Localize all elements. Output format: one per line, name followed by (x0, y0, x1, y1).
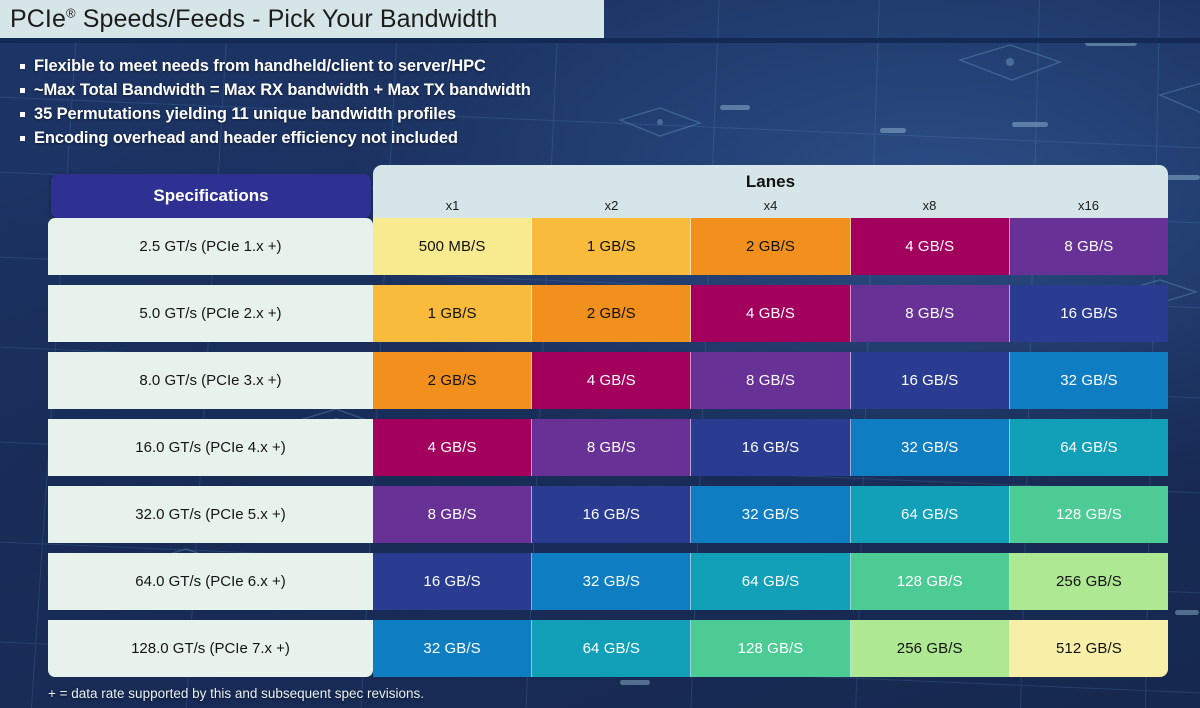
bandwidth-cell: 256 GB/S (850, 620, 1010, 677)
table-header: Specifications Lanes x1 x2 x4 x8 x16 (48, 156, 1168, 218)
spec-cell: 64.0 GT/s (PCIe 6.x +) (48, 553, 373, 610)
list-item: Encoding overhead and header efficiency … (16, 128, 531, 149)
bandwidth-cell: 32 GB/S (850, 419, 1010, 476)
bandwidth-cell: 4 GB/S (532, 352, 692, 409)
spec-cell: 16.0 GT/s (PCIe 4.x +) (48, 419, 373, 476)
bandwidth-cell: 32 GB/S (1009, 352, 1169, 409)
bullet-square-icon (20, 64, 25, 69)
table-row: 2.5 GT/s (PCIe 1.x +) 500 MB/S 1 GB/S 2 GB/… (48, 218, 1169, 275)
bandwidth-cell: 8 GB/S (850, 285, 1010, 342)
spec-cell: 128.0 GT/s (PCIe 7.x +) (48, 620, 373, 677)
bullet-list: Flexible to meet needs from handheld/cli… (16, 56, 531, 152)
table-row: 5.0 GT/s (PCIe 2.x +) 1 GB/S 2 GB/S 4 GB/S 8… (48, 285, 1169, 342)
list-item: 35 Permutations yielding 11 unique bandw… (16, 104, 531, 125)
bandwidth-cell: 4 GB/S (373, 419, 533, 476)
registered-trademark-icon: ® (65, 5, 76, 21)
bandwidth-cell: 4 GB/S (691, 285, 851, 342)
bandwidth-cell: 8 GB/S (1009, 218, 1169, 275)
bandwidth-cells: 500 MB/S 1 GB/S 2 GB/S 4 GB/S 8 GB/S (373, 218, 1169, 275)
table-row: 16.0 GT/s (PCIe 4.x +) 4 GB/S 8 GB/S 16 GB/… (48, 419, 1169, 476)
table-row: 8.0 GT/s (PCIe 3.x +) 2 GB/S 4 GB/S 8 GB/S 1… (48, 352, 1169, 409)
bandwidth-cells: 4 GB/S 8 GB/S 16 GB/S 32 GB/S 64 GB/S (373, 419, 1169, 476)
bandwidth-cell: 32 GB/S (691, 486, 851, 543)
bullet-square-icon (20, 136, 25, 141)
list-item: ~Max Total Bandwidth = Max RX bandwidth … (16, 80, 531, 101)
bandwidth-cells: 2 GB/S 4 GB/S 8 GB/S 16 GB/S 32 GB/S (373, 352, 1169, 409)
title-underline-strip (0, 38, 1200, 43)
table-row: 64.0 GT/s (PCIe 6.x +) 16 GB/S 32 GB/S 64 G… (48, 553, 1169, 610)
table-row: 32.0 GT/s (PCIe 5.x +) 8 GB/S 16 GB/S 32 GB… (48, 486, 1169, 543)
lane-label-x4: x4 (763, 198, 778, 213)
bandwidth-cell: 64 GB/S (850, 486, 1010, 543)
list-item: Flexible to meet needs from handheld/cli… (16, 56, 531, 77)
bandwidth-cell: 1 GB/S (373, 285, 533, 342)
bandwidth-cell: 512 GB/S (1009, 620, 1169, 677)
spec-cell: 5.0 GT/s (PCIe 2.x +) (48, 285, 373, 342)
bandwidth-cell: 32 GB/S (532, 553, 692, 610)
bandwidth-cell: 2 GB/S (532, 285, 692, 342)
column-header-lanes: Lanes (745, 172, 796, 191)
bandwidth-cells: 16 GB/S 32 GB/S 64 GB/S 128 GB/S 256 GB/S (373, 553, 1169, 610)
bandwidth-cells: 32 GB/S 64 GB/S 128 GB/S 256 GB/S 512 GB/S (373, 620, 1169, 677)
lane-column-labels: x1 x2 x4 x8 x16 (373, 198, 1168, 218)
bandwidth-cell: 256 GB/S (1009, 553, 1169, 610)
bandwidth-cell: 2 GB/S (691, 218, 851, 275)
bandwidth-cell: 16 GB/S (850, 352, 1010, 409)
bandwidth-table: Specifications Lanes x1 x2 x4 x8 x16 2.5… (48, 156, 1169, 677)
bullet-text: 35 Permutations yielding 11 unique bandw… (34, 105, 456, 123)
table-row: 128.0 GT/s (PCIe 7.x +) 32 GB/S 64 GB/S 128… (48, 620, 1169, 677)
bandwidth-cell: 8 GB/S (532, 419, 692, 476)
bandwidth-cell: 128 GB/S (1009, 486, 1169, 543)
bandwidth-cell: 128 GB/S (691, 620, 851, 677)
bandwidth-cell: 128 GB/S (850, 553, 1010, 610)
bandwidth-cells: 8 GB/S 16 GB/S 32 GB/S 64 GB/S 128 GB/S (373, 486, 1169, 543)
bandwidth-cell: 1 GB/S (532, 218, 692, 275)
bandwidth-cell: 8 GB/S (691, 352, 851, 409)
bandwidth-cell: 500 MB/S (373, 218, 533, 275)
column-header-specifications: Specifications (51, 174, 371, 218)
slide-title-bar: PCIe® Speeds/Feeds - Pick Your Bandwidth (0, 0, 604, 38)
bandwidth-cell: 64 GB/S (691, 553, 851, 610)
bullet-text: ~Max Total Bandwidth = Max RX bandwidth … (34, 81, 531, 99)
spec-cell: 2.5 GT/s (PCIe 1.x +) (48, 218, 373, 275)
lane-label-x16: x16 (1078, 198, 1099, 213)
bullet-square-icon (20, 112, 25, 117)
page-title-rest: Speeds/Feeds - Pick Your Bandwidth (75, 4, 498, 33)
lane-label-x8: x8 (922, 198, 937, 213)
footnote: + = data rate supported by this and subs… (48, 686, 424, 701)
bandwidth-cell: 2 GB/S (373, 352, 533, 409)
page-title-main: PCIe (10, 4, 66, 33)
page-title: PCIe® Speeds/Feeds - Pick Your Bandwidth (0, 5, 497, 34)
bandwidth-cell: 64 GB/S (1009, 419, 1169, 476)
spec-header-wrap: Specifications (48, 156, 373, 218)
bandwidth-cell: 32 GB/S (373, 620, 533, 677)
lane-label-x1: x1 (445, 198, 460, 213)
spec-cell: 32.0 GT/s (PCIe 5.x +) (48, 486, 373, 543)
bandwidth-cell: 16 GB/S (1009, 285, 1169, 342)
spec-cell: 8.0 GT/s (PCIe 3.x +) (48, 352, 373, 409)
bullet-text: Encoding overhead and header efficiency … (34, 129, 458, 147)
bandwidth-cell: 64 GB/S (532, 620, 692, 677)
bandwidth-cell: 16 GB/S (691, 419, 851, 476)
bullet-text: Flexible to meet needs from handheld/cli… (34, 57, 486, 75)
lane-label-x2: x2 (604, 198, 619, 213)
bandwidth-cell: 8 GB/S (373, 486, 533, 543)
bandwidth-cell: 16 GB/S (373, 553, 533, 610)
table-body: 2.5 GT/s (PCIe 1.x +) 500 MB/S 1 GB/S 2 GB/… (48, 218, 1169, 677)
bullet-square-icon (20, 88, 25, 93)
lanes-header-group: Lanes x1 x2 x4 x8 x16 (373, 165, 1168, 218)
bandwidth-cell: 4 GB/S (850, 218, 1010, 275)
bandwidth-cell: 16 GB/S (532, 486, 692, 543)
bandwidth-cells: 1 GB/S 2 GB/S 4 GB/S 8 GB/S 16 GB/S (373, 285, 1169, 342)
